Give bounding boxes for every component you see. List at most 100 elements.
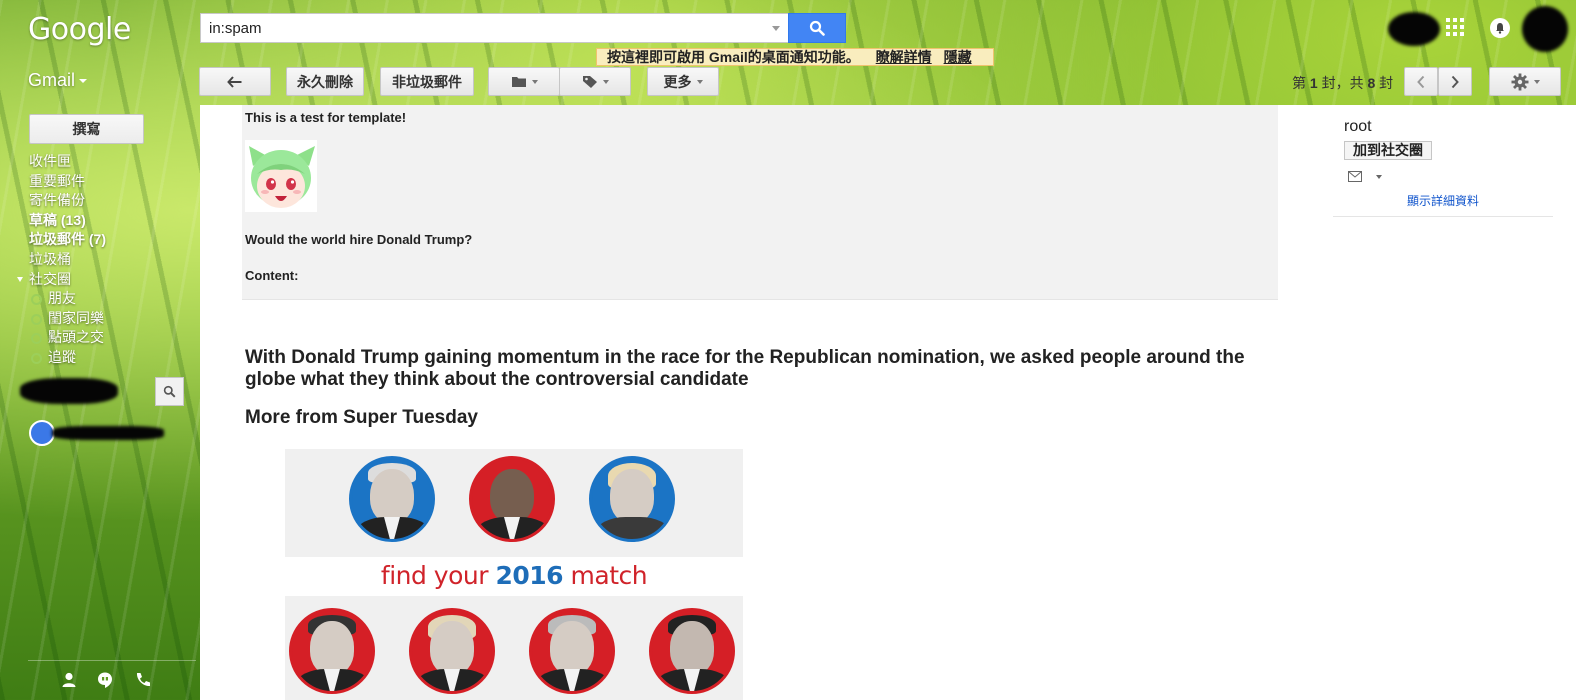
magnifier-icon xyxy=(809,20,825,36)
sidebar-item-inbox[interactable]: 收件匣 xyxy=(29,152,189,172)
match-year: 2016 xyxy=(495,561,564,590)
candidate-photo xyxy=(589,456,675,542)
sidebar-item-label: 收件匣 xyxy=(29,153,71,169)
google-logo[interactable]: Google xyxy=(28,12,131,47)
magnifier-icon xyxy=(163,385,176,398)
match-text-before: find your xyxy=(380,561,489,590)
sidebar-item-spam[interactable]: 垃圾郵件 (7) xyxy=(29,230,189,250)
more-label: 更多 xyxy=(663,73,692,90)
account-avatar[interactable] xyxy=(1522,6,1568,52)
anime-avatar-image xyxy=(245,140,317,212)
settings-button[interactable] xyxy=(1489,67,1561,96)
sidebar-nav: 收件匣 重要郵件 寄件備份 草稿 (13) 垃圾郵件 (7) 垃圾桶 社交圈 朋… xyxy=(17,152,189,368)
democrat-candidates-row xyxy=(285,449,743,557)
candidate-match-banner[interactable]: find your 2016 match xyxy=(285,449,743,700)
sidebar-item-trash[interactable]: 垃圾桶 xyxy=(29,250,189,270)
sidebar-item-label: 垃圾桶 xyxy=(29,250,71,267)
sidebar-item-label: 垃圾郵件 xyxy=(29,231,85,248)
hangouts-icon[interactable] xyxy=(96,671,114,689)
search-options-caret-icon[interactable] xyxy=(772,25,780,31)
pager-middle: 封，共 xyxy=(1321,75,1364,91)
redacted-chat-user-name xyxy=(52,426,164,440)
compose-button[interactable]: 撰寫 xyxy=(29,114,144,144)
collapse-triangle-icon[interactable] xyxy=(17,276,23,282)
back-to-spam-button[interactable] xyxy=(199,67,271,96)
labels-button[interactable] xyxy=(559,67,631,96)
candidate-photo xyxy=(289,608,375,694)
anime-girl-illustration xyxy=(249,146,315,208)
sidebar-item-count: (13) xyxy=(60,211,86,228)
gmail-app-switcher[interactable]: Gmail xyxy=(28,70,88,91)
more-button[interactable]: 更多 xyxy=(647,67,719,96)
sidebar-item-circle-friends[interactable]: 朋友 xyxy=(29,289,189,309)
chevron-down-icon xyxy=(602,79,609,84)
republican-candidates-row xyxy=(285,596,743,700)
article-headline: With Donald Trump gaining momentum in th… xyxy=(245,347,1245,390)
delete-forever-button[interactable]: 永久刪除 xyxy=(286,67,364,96)
gear-icon xyxy=(1511,73,1528,90)
candidate-face xyxy=(430,621,474,675)
redacted-chat-search-input[interactable] xyxy=(20,378,118,404)
notification-enable-link[interactable]: 按這裡即可啟用 Gmail的桌面通知功能。 xyxy=(607,49,860,65)
redacted-account-name xyxy=(1388,12,1440,46)
candidate-face xyxy=(490,469,534,523)
envelope-icon[interactable] xyxy=(1348,171,1362,182)
pager-current: 1 xyxy=(1309,75,1318,91)
sidebar-item-sent[interactable]: 寄件備份 xyxy=(29,191,189,211)
candidate-face xyxy=(310,621,354,675)
back-arrow-icon xyxy=(227,75,242,88)
sidebar-item-drafts[interactable]: 草稿 (13) xyxy=(29,211,189,231)
folder-icon xyxy=(511,77,526,87)
show-details-link[interactable]: 顯示詳細資料 xyxy=(1333,192,1553,217)
older-message-button[interactable] xyxy=(1404,67,1438,96)
chevron-down-icon[interactable] xyxy=(1376,175,1382,179)
chat-footer xyxy=(28,660,196,696)
search-button[interactable] xyxy=(788,13,846,43)
candidate-face xyxy=(610,469,654,523)
sidebar-item-label: 社交圈 xyxy=(29,270,71,287)
learn-more-link[interactable]: 瞭解詳情 xyxy=(876,49,932,65)
pagination-text: 第 1 封，共 8 封 xyxy=(1292,73,1393,93)
not-spam-button[interactable]: 非垃圾郵件 xyxy=(380,67,474,96)
search-input[interactable] xyxy=(209,19,772,37)
newer-message-button[interactable] xyxy=(1438,67,1472,96)
hide-link[interactable]: 隱藏 xyxy=(944,49,972,65)
sidebar-item-label: 朋友 xyxy=(48,290,76,307)
chat-search-button[interactable] xyxy=(155,377,184,406)
notifications-bell-icon[interactable] xyxy=(1490,18,1510,38)
sidebar-item-important[interactable]: 重要郵件 xyxy=(29,172,189,192)
move-to-button[interactable] xyxy=(488,67,560,96)
contact-name: root xyxy=(1344,118,1372,135)
sidebar-item-circle-acquaintances[interactable]: 點頭之交 xyxy=(29,328,189,348)
sidebar-item-label: 追蹤 xyxy=(48,348,76,365)
match-text-after: match xyxy=(570,561,648,590)
circle-ring-icon xyxy=(31,352,42,364)
sidebar-item-circle-family[interactable]: 閨家同樂 xyxy=(29,309,189,329)
label-tag-icon xyxy=(582,75,597,88)
add-to-circles-button[interactable]: 加到社交圈 xyxy=(1344,141,1432,160)
circle-ring-icon xyxy=(31,333,42,345)
bell-glyph-icon xyxy=(1496,23,1504,34)
sidebar-item-circle-following[interactable]: 追蹤 xyxy=(29,348,189,368)
sidebar-item-label: 寄件備份 xyxy=(29,192,85,209)
apps-grid-icon[interactable] xyxy=(1446,18,1466,38)
sidebar-item-circles[interactable]: 社交圈 xyxy=(17,270,189,290)
candidate-photo xyxy=(469,456,555,542)
pager-suffix: 封 xyxy=(1379,75,1394,91)
candidate-face xyxy=(550,621,594,675)
pager-prefix: 第 xyxy=(1292,75,1306,91)
find-your-match-title: find your 2016 match xyxy=(285,561,743,590)
person-icon[interactable] xyxy=(60,671,78,689)
chevron-down-icon xyxy=(79,79,88,84)
article-subhead: More from Super Tuesday xyxy=(245,407,478,428)
pager-total: 8 xyxy=(1367,75,1376,91)
circle-ring-icon xyxy=(31,313,42,325)
chevron-right-icon xyxy=(1451,75,1459,88)
sidebar-item-label: 草稿 xyxy=(29,211,57,228)
search-field[interactable] xyxy=(200,13,788,43)
message-header-block: This is a test for template! Would the w… xyxy=(242,105,1278,300)
sidebar-item-label: 重要郵件 xyxy=(29,172,85,189)
desktop-notification-bar: 按這裡即可啟用 Gmail的桌面通知功能。 瞭解詳情 隱藏 xyxy=(596,48,994,66)
candidate-photo xyxy=(409,608,495,694)
phone-icon[interactable] xyxy=(134,671,152,689)
